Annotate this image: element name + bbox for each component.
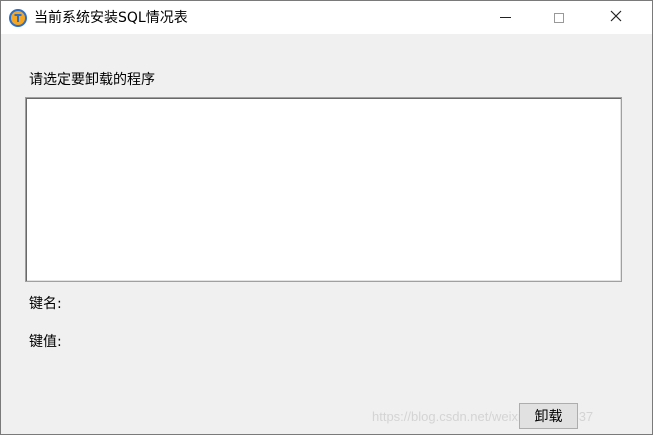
app-logo-icon	[9, 9, 27, 27]
window-title: 当前系统安装SQL情况表	[34, 10, 188, 26]
minimize-icon	[499, 17, 511, 18]
close-icon	[610, 10, 622, 26]
close-button[interactable]	[593, 1, 639, 34]
key-name-label: 键名:	[29, 296, 62, 312]
uninstall-button[interactable]: 卸载	[519, 403, 578, 429]
maximize-button[interactable]	[536, 1, 582, 34]
program-listbox[interactable]	[25, 97, 622, 282]
title-bar[interactable]: 当前系统安装SQL情况表	[1, 1, 652, 34]
maximize-icon	[554, 12, 564, 23]
minimize-button[interactable]	[482, 1, 528, 34]
key-value-label: 键值:	[29, 334, 62, 350]
select-program-prompt: 请选定要卸载的程序	[29, 72, 155, 88]
app-window: 当前系统安装SQL情况表 请选定要卸载的程序 键名: 键值: https://b…	[0, 0, 653, 435]
